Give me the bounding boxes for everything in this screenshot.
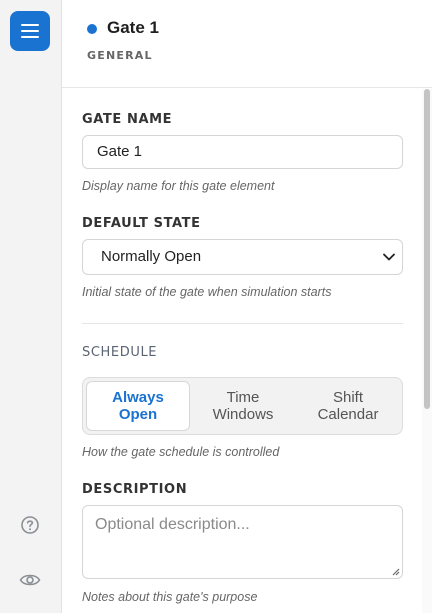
- gate-name-help: Display name for this gate element: [82, 179, 275, 193]
- eye-icon: [19, 574, 41, 586]
- status-dot: [87, 24, 97, 34]
- left-rail: [0, 0, 62, 613]
- resize-grip-icon[interactable]: [390, 566, 400, 576]
- menu-button[interactable]: [10, 11, 50, 51]
- hamburger-menu-icon: [21, 24, 39, 38]
- default-state-value: Normally Open: [101, 248, 202, 265]
- gate-name-label: GATE NAME: [82, 112, 173, 127]
- schedule-option-always-open[interactable]: Always Open: [86, 381, 190, 431]
- default-state-label: DEFAULT STATE: [82, 216, 201, 231]
- properties-panel: GATE NAME Gate 1 Display name for this g…: [62, 89, 432, 613]
- view-button[interactable]: [19, 569, 41, 591]
- default-state-help: Initial state of the gate when simulatio…: [82, 285, 332, 299]
- question-circle-icon: [21, 516, 39, 534]
- schedule-help: How the gate schedule is controlled: [82, 445, 280, 459]
- section-divider: [82, 323, 403, 324]
- description-help: Notes about this gate's purpose: [82, 590, 258, 604]
- schedule-label: SCHEDULE: [82, 345, 158, 360]
- section-subtitle: GENERAL: [87, 49, 153, 62]
- gate-name-input[interactable]: Gate 1: [82, 135, 403, 169]
- schedule-option-shift-calendar[interactable]: Shift Calendar: [296, 381, 400, 431]
- scrollbar-thumb[interactable]: [424, 89, 430, 409]
- page-title: Gate 1: [107, 18, 159, 37]
- description-placeholder: Optional description...: [95, 516, 250, 533]
- description-label: DESCRIPTION: [82, 482, 188, 497]
- help-button[interactable]: [19, 514, 41, 536]
- schedule-option-time-windows[interactable]: Time Windows: [191, 381, 295, 431]
- schedule-segmented-control: Always Open Time Windows Shift Calendar: [82, 377, 403, 435]
- chevron-down-icon: [383, 253, 395, 261]
- default-state-select[interactable]: Normally Open: [82, 239, 403, 275]
- panel-header: Gate 1 GENERAL: [62, 0, 432, 88]
- description-textarea[interactable]: Optional description...: [82, 505, 403, 579]
